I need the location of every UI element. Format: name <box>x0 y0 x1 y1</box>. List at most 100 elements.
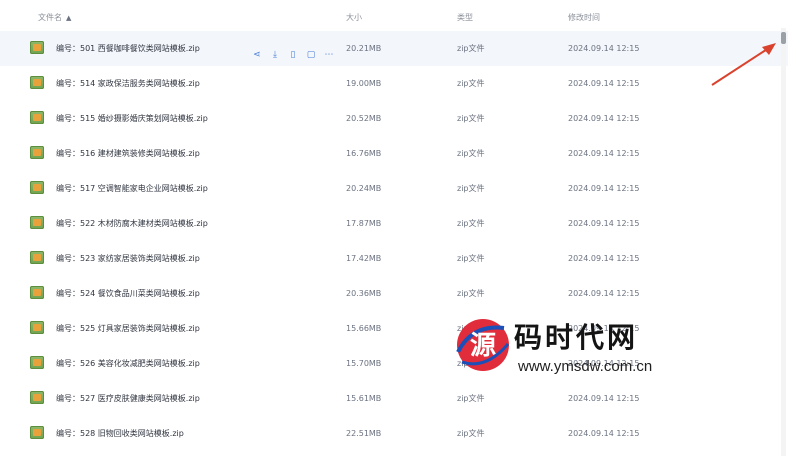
file-type: zip文件 <box>457 149 485 158</box>
file-type: zip文件 <box>457 184 485 193</box>
vertical-scrollbar[interactable] <box>781 28 786 456</box>
table-row[interactable]: 编号：522 木材防腐木建材类网站模板.zip 17.87MB zip文件 2024.… <box>0 206 788 241</box>
zip-file-icon <box>30 216 44 229</box>
file-size: 17.42MB <box>346 254 382 263</box>
file-modified-time: 2024.09.14 12:15 <box>568 289 640 298</box>
header-size[interactable]: 大小 <box>346 12 362 23</box>
zip-file-icon <box>30 356 44 369</box>
watermark-logo-icon: 源 <box>456 319 510 371</box>
row-actions: ⋖ ⤓ ▯ ▢ ⋯ <box>252 42 342 60</box>
zip-file-icon-badge <box>33 184 41 191</box>
zip-file-icon <box>30 321 44 334</box>
header-time[interactable]: 修改时间 <box>568 12 600 23</box>
zip-file-icon-badge <box>33 289 41 296</box>
arrow-head <box>762 43 776 55</box>
file-size: 19.00MB <box>346 79 382 88</box>
file-name[interactable]: 编号：526 美容化妆减肥类网站模板.zip <box>56 359 200 369</box>
file-modified-time: 2024.09.14 12:15 <box>568 184 640 193</box>
watermark-logo-char: 源 <box>470 331 496 361</box>
file-modified-time: 2024.09.14 12:15 <box>568 44 640 53</box>
table-row[interactable]: 编号：515 婚纱摄影婚庆策划网站模板.zip 20.52MB zip文件 2024.… <box>0 101 788 136</box>
table-header: 文件名 ▲ 大小 类型 修改时间 <box>0 0 788 30</box>
file-name[interactable]: 编号：525 灯具家居装饰类网站模板.zip <box>56 324 200 334</box>
file-name[interactable]: 编号：527 医疗皮肤健康类网站模板.zip <box>56 394 200 404</box>
file-name[interactable]: 编号：514 家政保洁服务类网站模板.zip <box>56 79 200 89</box>
file-size: 22.51MB <box>346 429 382 438</box>
zip-file-icon <box>30 41 44 54</box>
file-size: 16.76MB <box>346 149 382 158</box>
file-size: 20.21MB <box>346 44 382 53</box>
scrollbar-thumb[interactable] <box>781 32 786 44</box>
file-size: 20.24MB <box>346 184 382 193</box>
file-modified-time: 2024.09.14 12:15 <box>568 79 640 88</box>
file-name[interactable]: 编号：516 建材建筑装修类网站模板.zip <box>56 149 200 159</box>
zip-file-icon <box>30 391 44 404</box>
file-modified-time: 2024.09.14 12:15 <box>568 394 640 403</box>
file-size: 15.70MB <box>346 359 382 368</box>
delete-icon[interactable]: ▯ <box>288 50 298 60</box>
header-type[interactable]: 类型 <box>457 12 473 23</box>
copy-icon[interactable]: ▢ <box>306 50 316 60</box>
file-modified-time: 2024.09.14 12:15 <box>568 254 640 263</box>
file-name[interactable]: 编号：517 空调智能家电企业网站模板.zip <box>56 184 208 194</box>
zip-file-icon-badge <box>33 149 41 156</box>
file-modified-time: 2024.09.14 12:15 <box>568 149 640 158</box>
zip-file-icon <box>30 111 44 124</box>
zip-file-icon-badge <box>33 429 41 436</box>
arrow-shaft <box>711 45 773 86</box>
annotation-arrow <box>711 43 776 86</box>
zip-file-icon-badge <box>33 79 41 86</box>
file-type: zip文件 <box>457 429 485 438</box>
file-type: zip文件 <box>457 79 485 88</box>
file-modified-time: 2024.09.14 12:15 <box>568 219 640 228</box>
file-size: 20.52MB <box>346 114 382 123</box>
table-row[interactable]: 编号：501 西餐咖啡餐饮类网站模板.zip 20.21MB zip文件 2024.0… <box>0 31 788 66</box>
zip-file-icon <box>30 181 44 194</box>
sort-asc-icon[interactable]: ▲ <box>66 14 71 22</box>
table-row[interactable]: 编号：527 医疗皮肤健康类网站模板.zip 15.61MB zip文件 2024.0… <box>0 381 788 416</box>
table-row[interactable]: 编号：523 家纺家居装饰类网站模板.zip 17.42MB zip文件 2024.0… <box>0 241 788 276</box>
download-icon[interactable]: ⤓ <box>270 50 280 60</box>
zip-file-icon <box>30 286 44 299</box>
file-type: zip文件 <box>457 394 485 403</box>
file-type: zip文件 <box>457 289 485 298</box>
file-name[interactable]: 编号：524 餐饮食品川菜类网站模板.zip <box>56 289 200 299</box>
table-row[interactable]: 编号：517 空调智能家电企业网站模板.zip 20.24MB zip文件 2024.… <box>0 171 788 206</box>
zip-file-icon-badge <box>33 219 41 226</box>
file-name[interactable]: 编号：523 家纺家居装饰类网站模板.zip <box>56 254 200 264</box>
watermark: 源 码时代网 www.ymsdw.com.cn <box>452 314 702 384</box>
watermark-url: www.ymsdw.com.cn <box>518 358 653 375</box>
table-row[interactable]: 编号：528 旧物回收类网站模板.zip 22.51MB zip文件 2024.09.… <box>0 416 788 451</box>
table-row[interactable]: 编号：516 建材建筑装修类网站模板.zip 16.76MB zip文件 2024.0… <box>0 136 788 171</box>
zip-file-icon-badge <box>33 324 41 331</box>
file-size: 15.66MB <box>346 324 382 333</box>
file-size: 20.36MB <box>346 289 382 298</box>
file-size: 17.87MB <box>346 219 382 228</box>
table-row[interactable]: 编号：514 家政保洁服务类网站模板.zip 19.00MB zip文件 2024.0… <box>0 66 788 101</box>
file-name[interactable]: 编号：522 木材防腐木建材类网站模板.zip <box>56 219 208 229</box>
file-type: zip文件 <box>457 219 485 228</box>
zip-file-icon <box>30 146 44 159</box>
table-row[interactable]: 编号：524 餐饮食品川菜类网站模板.zip 20.36MB zip文件 2024.0… <box>0 276 788 311</box>
zip-file-icon-badge <box>33 254 41 261</box>
file-modified-time: 2024.09.14 12:15 <box>568 429 640 438</box>
zip-file-icon-badge <box>33 44 41 51</box>
zip-file-icon <box>30 251 44 264</box>
zip-file-icon-badge <box>33 359 41 366</box>
file-modified-time: 2024.09.14 12:15 <box>568 114 640 123</box>
file-type: zip文件 <box>457 254 485 263</box>
file-list-page: 文件名 ▲ 大小 类型 修改时间 编号：501 西餐咖啡餐饮类网站模板.zip 20… <box>0 0 788 456</box>
zip-file-icon-badge <box>33 114 41 121</box>
zip-file-icon <box>30 76 44 89</box>
file-name[interactable]: 编号：528 旧物回收类网站模板.zip <box>56 429 184 439</box>
file-name[interactable]: 编号：515 婚纱摄影婚庆策划网站模板.zip <box>56 114 208 124</box>
more-icon[interactable]: ⋯ <box>324 50 334 60</box>
header-name[interactable]: 文件名 ▲ <box>38 12 71 23</box>
share-icon[interactable]: ⋖ <box>252 50 262 60</box>
zip-file-icon-badge <box>33 394 41 401</box>
file-size: 15.61MB <box>346 394 382 403</box>
zip-file-icon <box>30 426 44 439</box>
file-type: zip文件 <box>457 114 485 123</box>
file-type: zip文件 <box>457 44 485 53</box>
file-name[interactable]: 编号：501 西餐咖啡餐饮类网站模板.zip <box>56 44 200 54</box>
